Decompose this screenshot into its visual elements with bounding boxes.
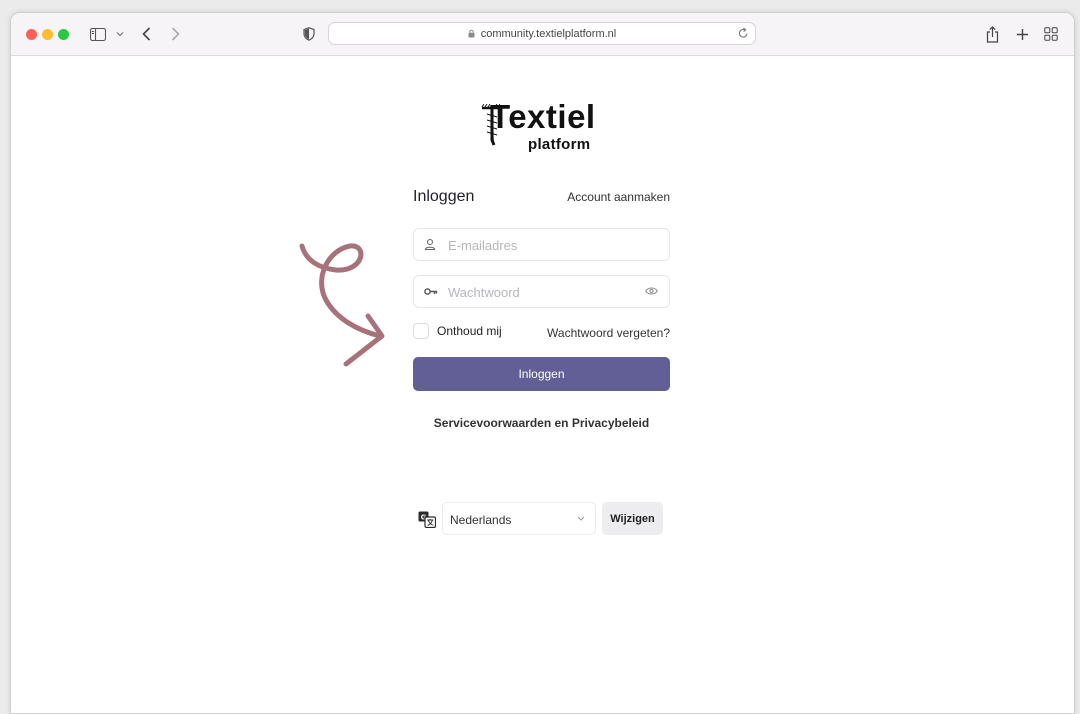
email-input[interactable] — [446, 229, 640, 262]
chevron-down-icon — [577, 516, 585, 521]
remember-me[interactable]: Onthoud mij — [413, 323, 502, 339]
forgot-password-link[interactable]: Wachtwoord vergeten? — [547, 326, 670, 340]
login-title: Inloggen — [413, 188, 475, 205]
show-password-eye-icon[interactable] — [645, 286, 658, 296]
logo-subtitle: platform — [528, 136, 591, 153]
privacy-shield-icon[interactable] — [302, 24, 316, 44]
close-window-button[interactable] — [26, 29, 37, 40]
browser-toolbar: community.textielplatform.nl — [11, 13, 1074, 56]
remember-me-checkbox[interactable] — [413, 323, 429, 339]
remember-me-label: Onthoud mij — [437, 324, 502, 338]
lock-icon — [468, 29, 475, 38]
reload-icon[interactable] — [738, 27, 749, 42]
new-tab-icon[interactable] — [1014, 24, 1030, 44]
zoom-window-button[interactable] — [58, 29, 69, 40]
password-input[interactable] — [446, 276, 640, 309]
back-icon[interactable] — [139, 24, 153, 44]
create-account-link[interactable]: Account aanmaken — [567, 190, 670, 204]
chevron-down-icon[interactable] — [114, 24, 126, 44]
minimize-window-button[interactable] — [42, 29, 53, 40]
password-field[interactable] — [413, 275, 670, 309]
key-icon — [424, 287, 438, 296]
change-language-button[interactable]: Wijzigen — [602, 502, 663, 535]
share-icon[interactable] — [984, 24, 1000, 44]
logo-wordmark: Textiel — [490, 98, 596, 135]
language-value: Nederlands — [450, 513, 512, 527]
curly-arrow-icon — [299, 243, 385, 367]
url-text: community.textielplatform.nl — [480, 27, 617, 40]
forward-icon[interactable] — [168, 24, 182, 44]
email-field[interactable] — [413, 228, 670, 262]
terms-privacy-link[interactable]: Servicevoorwaarden en Privacybeleid — [413, 416, 670, 430]
language-select[interactable]: Nederlands — [442, 502, 596, 535]
login-button[interactable]: Inloggen — [413, 357, 670, 391]
address-bar[interactable]: community.textielplatform.nl — [328, 22, 756, 45]
textielplatform-logo: Textiel platform — [472, 96, 607, 158]
tab-overview-icon[interactable] — [1043, 24, 1059, 44]
sidebar-toggle-icon[interactable] — [89, 24, 107, 44]
translate-icon: G — [418, 511, 436, 528]
user-icon — [424, 238, 436, 251]
